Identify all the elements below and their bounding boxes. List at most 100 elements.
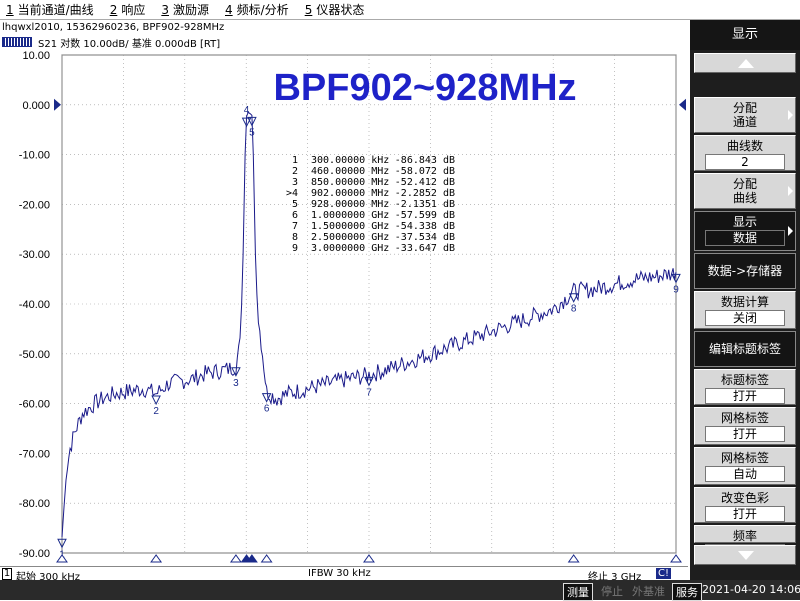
- softkey-1[interactable]: 分配 通道: [694, 97, 796, 133]
- marker-table-value: -33.647 dB: [395, 243, 455, 254]
- menu-item-1[interactable]: 1 当前通道/曲线: [6, 1, 94, 18]
- y-tick-label: -40.00: [19, 299, 50, 311]
- marker-2-label: 2: [153, 406, 159, 417]
- softkey-value: 关闭: [705, 310, 785, 326]
- softkey-11[interactable]: 改变色彩 打开: [694, 487, 796, 523]
- marker-table-value: -57.599 dB: [395, 210, 455, 221]
- softkey-3[interactable]: 分配 曲线: [694, 173, 796, 209]
- menu-item-number: 1: [6, 3, 14, 17]
- ref-level-left-icon: [54, 98, 61, 111]
- y-tick-label: -60.00: [19, 399, 50, 411]
- softkey-label: 分配 曲线: [732, 177, 757, 205]
- y-tick-label: -10.00: [19, 150, 50, 162]
- marker-table-freq: 902.00000 MHz: [311, 188, 389, 199]
- softkey-9[interactable]: 网格标签 打开: [694, 407, 796, 445]
- axis-marker-icon: [567, 554, 580, 563]
- softkey-value: 自动: [705, 466, 785, 482]
- menu-item-number: 4: [225, 3, 233, 17]
- marker-8-label: 8: [571, 304, 577, 315]
- softkey-12[interactable]: 频率打开: [694, 525, 796, 560]
- marker-table-freq: 300.00000 kHz: [311, 155, 389, 166]
- softkey-value: 打开: [705, 388, 785, 404]
- chart-title: BPF902~928MHz: [273, 67, 576, 109]
- marker-table-freq: 928.00000 MHz: [311, 199, 389, 210]
- marker-3-label: 3: [233, 378, 239, 389]
- axis-marker-icon: [260, 554, 273, 563]
- softkey-10[interactable]: 网格标签 自动: [694, 447, 796, 485]
- y-tick-label: -30.00: [19, 249, 50, 261]
- softkey-label: 改变色彩: [720, 491, 769, 505]
- marker-5-label: 5: [249, 127, 255, 138]
- menu-item-label: 仪器状态: [316, 3, 365, 17]
- menu-item-4[interactable]: 4 频标/分析: [225, 1, 289, 18]
- y-tick-label: -80.00: [19, 498, 50, 510]
- marker-table-value: -58.072 dB: [395, 166, 455, 177]
- marker-table-id: 2: [292, 166, 298, 177]
- y-tick-label: -90.00: [19, 548, 50, 560]
- status-channel: 1: [2, 568, 12, 580]
- softkey-5[interactable]: 数据->存储器: [694, 253, 796, 289]
- marker-4-label: 4: [244, 105, 250, 116]
- softkey-label: 编辑标题标签: [708, 342, 781, 356]
- y-tick-label: -70.00: [19, 448, 50, 460]
- softkey-label: 数据->存储器: [707, 264, 783, 278]
- down-arrow-icon: [738, 551, 754, 560]
- softkey-2[interactable]: 曲线数 2: [694, 135, 796, 171]
- marker-table-value: -52.412 dB: [395, 177, 455, 188]
- chart: 10.00 0.000 -10.00 -20.00 -30.00 -40.00 -50.00…: [19, 50, 686, 563]
- marker-table-freq: 2.5000000 GHz: [311, 232, 389, 243]
- menu-item-label: 激励源: [172, 3, 209, 17]
- marker-table-id: 7: [292, 221, 298, 232]
- menu-item-label: 响应: [121, 3, 146, 17]
- marker-table-value: -2.2852 dB: [395, 188, 455, 199]
- marker-7-label: 7: [366, 387, 372, 398]
- marker-table-value: -54.338 dB: [395, 221, 455, 232]
- datetime: 2021-04-20 14:06: [702, 583, 800, 596]
- ext-ref-indicator: 外基准: [632, 585, 665, 598]
- marker-table-freq: 1.0000000 GHz: [311, 210, 389, 221]
- marker-table-freq: 3.0000000 GHz: [311, 243, 389, 254]
- y-tick-label: 10.00: [22, 50, 50, 62]
- status-cal: C!: [656, 568, 671, 579]
- marker-table-value: -37.534 dB: [395, 232, 455, 243]
- softkey-4[interactable]: 显示 数据: [694, 211, 796, 251]
- status-bar: 1 起始 300 kHz IFBW 30 kHz 终止 3 GHz C!: [0, 566, 688, 583]
- y-tick-label: -20.00: [19, 199, 50, 211]
- softkey-label: 频率: [732, 529, 757, 543]
- softkey-label: 网格标签: [720, 411, 769, 425]
- softkey-6[interactable]: 数据计算 关闭: [694, 291, 796, 329]
- menu-item-3[interactable]: 3 激励源: [161, 1, 209, 18]
- axis-marker-icon: [362, 554, 375, 563]
- submenu-arrow-icon: [788, 110, 793, 120]
- submenu-arrow-icon: [788, 226, 793, 236]
- softkey-label: 分配 通道: [732, 101, 757, 129]
- marker-table-freq: 1.5000000 GHz: [311, 221, 389, 232]
- marker-9-label: 9: [673, 284, 679, 295]
- menu-item-number: 5: [304, 3, 313, 17]
- axis-marker-icon: [670, 554, 682, 563]
- marker-table-id: 1: [292, 155, 298, 166]
- menu-item-number: 3: [161, 3, 169, 17]
- softkey-value: 数据: [705, 230, 785, 246]
- menu-item-label: 频标/分析: [236, 3, 289, 17]
- up-arrow-icon: [738, 59, 754, 68]
- menu-item-label: 当前通道/曲线: [17, 3, 94, 17]
- softkey-value: 打开: [705, 506, 785, 522]
- ref-level-right-icon: [679, 98, 686, 111]
- axis-marker-icon: [229, 554, 242, 563]
- marker-6-label: 6: [264, 404, 270, 415]
- scroll-up-button[interactable]: [694, 53, 796, 73]
- softkey-panel: 显示 分配 通道 曲线数 2 分配 曲线 显示 数据 数据->存储器 数据计算 关闭 编辑标题标签 标题…: [690, 20, 800, 580]
- marker-table-id: 5: [292, 199, 298, 210]
- softkey-label: 网格标签: [720, 451, 769, 465]
- measure-indicator: 测量: [563, 583, 593, 601]
- scroll-down-button[interactable]: [694, 545, 796, 565]
- softkey-label: 数据计算: [720, 295, 769, 309]
- marker-table-freq: 460.00000 MHz: [311, 166, 389, 177]
- softkey-7[interactable]: 编辑标题标签: [694, 331, 796, 367]
- softkey-8[interactable]: 标题标签 打开: [694, 369, 796, 405]
- y-tick-label: 0.000: [22, 100, 50, 112]
- softkey-value: 打开: [705, 426, 785, 442]
- menu-item-5[interactable]: 5 仪器状态: [305, 1, 365, 18]
- menu-item-2[interactable]: 2 响应: [110, 1, 146, 18]
